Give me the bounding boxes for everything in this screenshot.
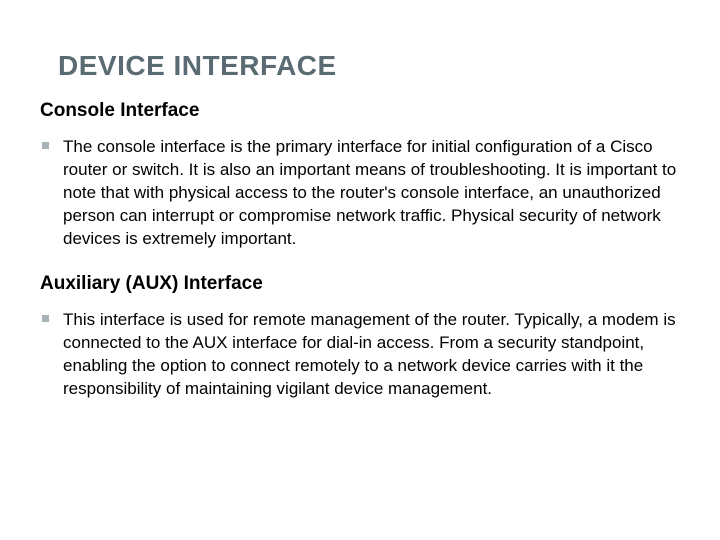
list-item: This interface is used for remote manage… [40,309,680,401]
bullet-text: This interface is used for remote manage… [63,309,680,401]
page-title: DEVICE INTERFACE [58,50,680,82]
square-bullet-icon [42,315,49,322]
section-heading-console: Console Interface [40,100,680,122]
slide: DEVICE INTERFACE Console Interface The c… [0,0,720,462]
list-item: The console interface is the primary int… [40,136,680,251]
section-heading-aux: Auxiliary (AUX) Interface [40,273,680,295]
square-bullet-icon [42,142,49,149]
bullet-text: The console interface is the primary int… [63,136,680,251]
